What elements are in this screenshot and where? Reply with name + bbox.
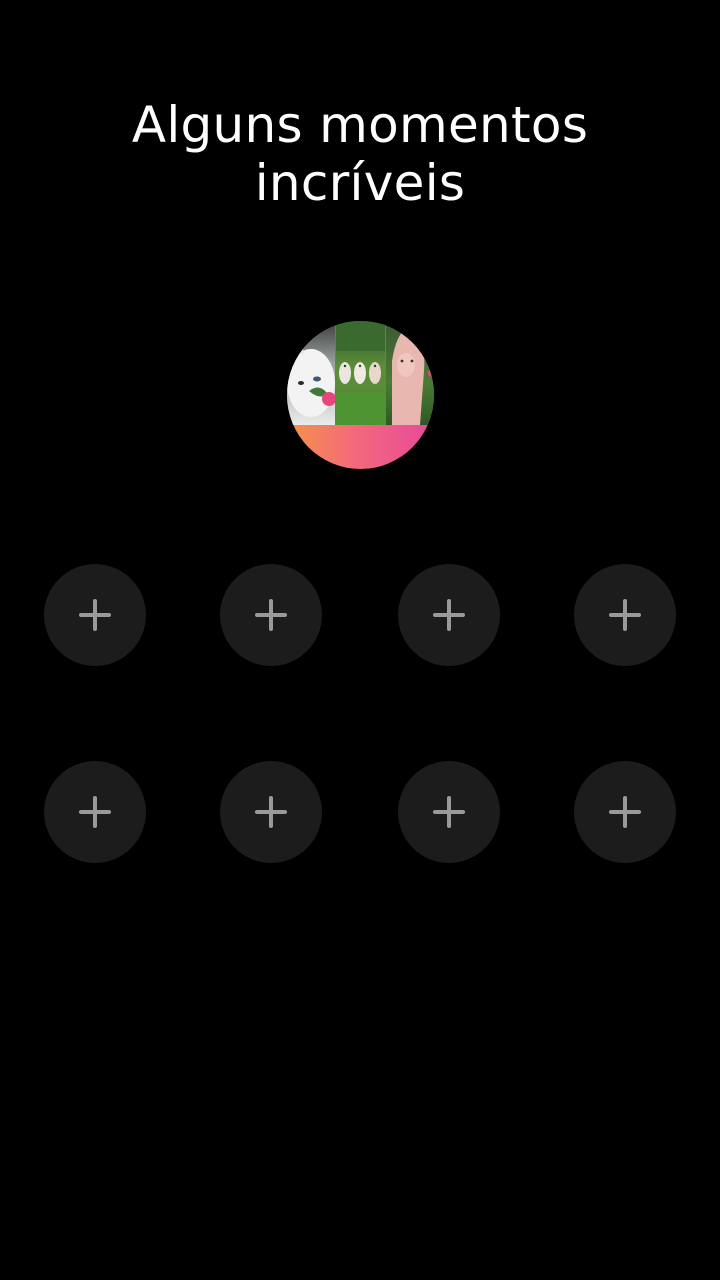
collage-photo-2 xyxy=(335,321,386,425)
plus-icon xyxy=(609,599,641,631)
title-line-2: incríveis xyxy=(254,154,466,212)
plus-icon xyxy=(79,599,111,631)
add-highlight-slot-1[interactable] xyxy=(44,564,146,666)
add-highlight-slot-8[interactable] xyxy=(574,761,676,863)
add-highlight-slot-3[interactable] xyxy=(398,564,500,666)
title-line-1: Alguns momentos xyxy=(131,96,589,154)
plus-icon xyxy=(79,796,111,828)
plus-icon xyxy=(255,599,287,631)
highlight-cover[interactable] xyxy=(287,321,434,469)
screen: Alguns momentos incríveis xyxy=(0,0,720,1280)
add-highlight-slot-2[interactable] xyxy=(220,564,322,666)
pink-wolf-image xyxy=(391,329,434,425)
add-highlight-slot-6[interactable] xyxy=(220,761,322,863)
add-highlight-slot-4[interactable] xyxy=(574,564,676,666)
plus-icon xyxy=(433,599,465,631)
collage-photo-1 xyxy=(287,321,336,425)
plus-icon xyxy=(433,796,465,828)
collage-photo-3 xyxy=(385,321,434,425)
puppies-image xyxy=(336,321,385,425)
page-title: Alguns momentos incríveis xyxy=(60,96,660,212)
photo-collage xyxy=(287,321,434,425)
plus-icon xyxy=(609,796,641,828)
plus-icon xyxy=(255,796,287,828)
add-highlight-slot-7[interactable] xyxy=(398,761,500,863)
husky-image xyxy=(287,333,336,417)
add-highlight-slot-5[interactable] xyxy=(44,761,146,863)
